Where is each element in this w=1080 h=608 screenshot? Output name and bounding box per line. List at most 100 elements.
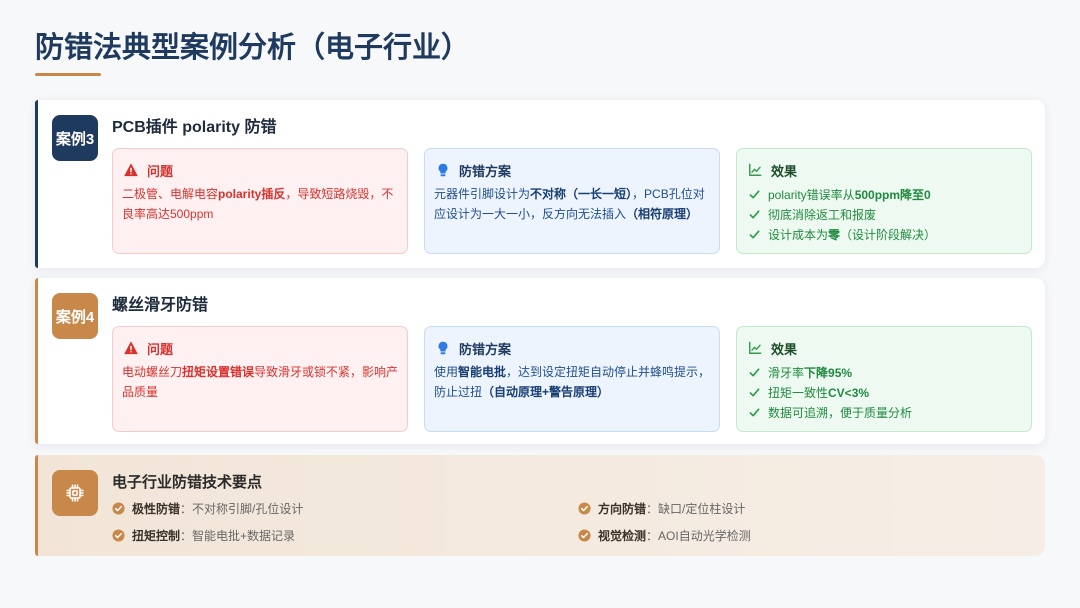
lightbulb-icon — [436, 163, 450, 177]
list-item: 扭矩一致性CV<3% — [746, 382, 1024, 402]
chart-line-icon — [748, 341, 762, 355]
summary-point: 视觉检测：AOI自动光学检测 — [578, 522, 998, 549]
text-emphasis: 不对称（一长一短） — [530, 187, 633, 201]
summary-point: 极性防错：不对称引脚/孔位设计 — [112, 495, 578, 522]
list-item: 数据可追溯，便于质量分析 — [746, 402, 1024, 422]
solution-text: 使用智能电批，达到设定扭矩自动停止并蜂鸣提示，防止过扭（自动原理+警告原理） — [434, 362, 712, 402]
lightbulb-icon — [436, 341, 450, 355]
list-item-text: 设计成本为零（设计阶段解决） — [768, 226, 936, 243]
case-card-4: 案例4 螺丝滑牙防错 问题 电动螺丝刀扭矩设置错误导致滑牙或锁不紧，影响产品质量… — [35, 278, 1045, 444]
problem-box: 问题 电动螺丝刀扭矩设置错误导致滑牙或锁不紧，影响产品质量 — [112, 326, 408, 432]
check-icon — [749, 387, 760, 398]
summary-point-detail: ：不对称引脚/孔位设计 — [180, 502, 304, 516]
case-badge-label: 案例3 — [55, 130, 95, 148]
case-badge: 案例3 — [52, 115, 98, 161]
text-emphasis: （自动原理+警告原理） — [482, 385, 610, 399]
check-icon — [749, 407, 760, 418]
case-badge: 案例4 — [52, 293, 98, 339]
case-card-3: 案例3 PCB插件 polarity 防错 问题 二极管、电解电容polarit… — [35, 100, 1045, 268]
summary-point-text: 方向防错：缺口/定位柱设计 — [598, 500, 745, 517]
summary-point-text: 极性防错：不对称引脚/孔位设计 — [132, 500, 303, 517]
summary-point-label: 方向防错 — [598, 502, 647, 516]
case-heading: PCB插件 polarity 防错 — [112, 119, 277, 136]
list-item-text: 扭矩一致性CV<3% — [768, 384, 869, 401]
summary-point-detail: ：智能电批+数据记录 — [180, 529, 296, 543]
solution-box: 防错方案 使用智能电批，达到设定扭矩自动停止并蜂鸣提示，防止过扭（自动原理+警告… — [424, 326, 720, 432]
page-title: 防错法典型案例分析（电子行业） — [35, 32, 471, 64]
check-icon — [749, 367, 760, 378]
title-underline — [35, 73, 101, 76]
effect-header: 效果 — [746, 338, 1024, 358]
check-circle-icon — [578, 502, 591, 515]
text-emphasis: 500ppm降至0 — [854, 187, 931, 202]
problem-box: 问题 二极管、电解电容polarity插反，导致短路烧毁，不良率高达500ppm — [112, 148, 408, 254]
solution-text: 元器件引脚设计为不对称（一长一短），PCB孔位对应设计为一大一小，反方向无法插入… — [434, 184, 712, 224]
text-emphasis: （相符原理） — [626, 207, 699, 221]
problem-text: 二极管、电解电容polarity插反，导致短路烧毁，不良率高达500ppm — [122, 184, 400, 224]
list-item-text: polarity错误率从500ppm降至0 — [768, 186, 931, 203]
check-circle-icon — [112, 502, 125, 515]
summary-point-label: 扭矩控制 — [132, 529, 181, 543]
list-item: 滑牙率下降95% — [746, 362, 1024, 382]
list-item-text: 彻底消除返工和报废 — [768, 206, 876, 223]
list-item-text: 数据可追溯，便于质量分析 — [768, 404, 912, 421]
summary-heading: 电子行业防错技术要点 — [112, 474, 263, 491]
check-icon — [749, 209, 760, 220]
effect-box: 效果 polarity错误率从500ppm降至0 彻底消除返工和报废 设计成本为… — [736, 148, 1032, 254]
effect-label: 效果 — [771, 163, 798, 179]
list-item: 彻底消除返工和报废 — [746, 204, 1024, 224]
effect-list: 滑牙率下降95% 扭矩一致性CV<3% 数据可追溯，便于质量分析 — [746, 362, 1024, 422]
text-segment: （设计阶段解决） — [840, 227, 937, 242]
check-circle-icon — [112, 529, 125, 542]
text-emphasis: 下降95% — [804, 365, 853, 380]
summary-points: 极性防错：不对称引脚/孔位设计 方向防错：缺口/定位柱设计 扭矩控制：智能电批+… — [112, 495, 998, 549]
problem-text: 电动螺丝刀扭矩设置错误导致滑牙或锁不紧，影响产品质量 — [122, 362, 400, 402]
list-item: 设计成本为零（设计阶段解决） — [746, 224, 1024, 244]
text-segment: polarity错误率从 — [768, 187, 855, 202]
list-item-text: 滑牙率下降95% — [768, 364, 852, 381]
text-emphasis: 零 — [828, 227, 841, 242]
text-emphasis: polarity插反 — [218, 187, 286, 201]
text-segment: 扭矩一致性 — [768, 385, 829, 400]
summary-point-detail: ：缺口/定位柱设计 — [646, 502, 746, 516]
problem-header: 问题 — [122, 338, 400, 358]
solution-box: 防错方案 元器件引脚设计为不对称（一长一短），PCB孔位对应设计为一大一小，反方… — [424, 148, 720, 254]
effect-box: 效果 滑牙率下降95% 扭矩一致性CV<3% 数据可追溯，便于质量分析 — [736, 326, 1032, 432]
text-emphasis: 扭矩设置错误 — [182, 365, 255, 379]
warning-icon — [124, 163, 138, 177]
chip-icon — [52, 470, 98, 516]
solution-label: 防错方案 — [459, 341, 512, 357]
text-segment: 元器件引脚设计为 — [434, 187, 531, 201]
warning-icon — [124, 341, 138, 355]
check-icon — [749, 229, 760, 240]
problem-label: 问题 — [147, 341, 174, 357]
summary-point-text: 视觉检测：AOI自动光学检测 — [598, 527, 751, 544]
problem-label: 问题 — [147, 163, 174, 179]
summary-point-text: 扭矩控制：智能电批+数据记录 — [132, 527, 295, 544]
effect-list: polarity错误率从500ppm降至0 彻底消除返工和报废 设计成本为零（设… — [746, 184, 1024, 244]
summary-point: 方向防错：缺口/定位柱设计 — [578, 495, 998, 522]
solution-header: 防错方案 — [434, 160, 712, 180]
problem-header: 问题 — [122, 160, 400, 180]
case-badge-label: 案例4 — [55, 308, 95, 326]
summary-point-label: 视觉检测 — [598, 529, 647, 543]
solution-label: 防错方案 — [459, 163, 512, 179]
text-segment: 设计成本为 — [768, 227, 829, 242]
text-segment: 彻底消除返工和报废 — [768, 207, 877, 222]
text-segment: 二极管、电解电容 — [122, 187, 219, 201]
solution-header: 防错方案 — [434, 338, 712, 358]
list-item: polarity错误率从500ppm降至0 — [746, 184, 1024, 204]
summary-point: 扭矩控制：智能电批+数据记录 — [112, 522, 578, 549]
summary-point-label: 极性防错 — [132, 502, 181, 516]
summary-panel: 电子行业防错技术要点 极性防错：不对称引脚/孔位设计 方向防错：缺口/定位柱设计… — [35, 455, 1045, 556]
summary-point-detail: ：AOI自动光学检测 — [646, 529, 751, 543]
text-emphasis: CV<3% — [828, 385, 870, 400]
check-circle-icon — [578, 529, 591, 542]
check-icon — [749, 189, 760, 200]
text-segment: 数据可追溯，便于质量分析 — [768, 405, 913, 420]
case-heading: 螺丝滑牙防错 — [112, 297, 209, 314]
effect-header: 效果 — [746, 160, 1024, 180]
chart-line-icon — [748, 163, 762, 177]
text-emphasis: 智能电批 — [458, 365, 507, 379]
text-segment: 滑牙率 — [768, 365, 805, 380]
